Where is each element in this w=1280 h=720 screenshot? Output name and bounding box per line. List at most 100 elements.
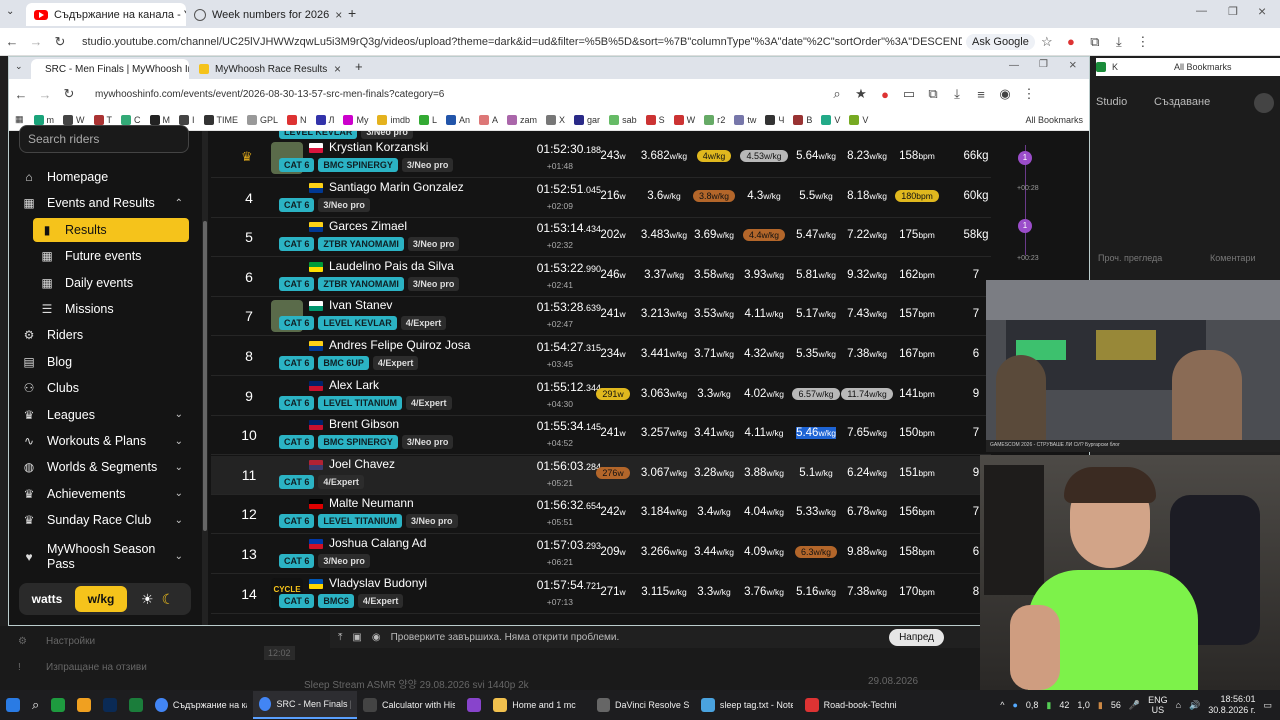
forward-icon[interactable]: → xyxy=(33,87,57,102)
result-row[interactable]: 11 Joel Chavez CAT 6 4/Expert 01:56:03.284 +0… xyxy=(211,455,991,495)
rider-name[interactable]: Santiago Marin Gonzalez xyxy=(329,180,464,194)
outer-tab-youtube-studio[interactable]: Съдържание на канала - YouT × xyxy=(26,3,186,26)
close-icon[interactable]: × xyxy=(334,62,341,76)
team-tag[interactable]: BMC6 xyxy=(318,593,354,608)
tab-search-icon[interactable]: ⌄ xyxy=(6,6,14,17)
reload-icon[interactable]: ↻ xyxy=(57,86,81,102)
rider-name[interactable]: Brent Gibson xyxy=(329,417,399,431)
sun-icon[interactable]: ☀ xyxy=(141,591,154,608)
bookmark-item[interactable]: N xyxy=(287,114,307,125)
close-window-icon[interactable]: × xyxy=(1258,3,1266,19)
bookmark-item[interactable]: X xyxy=(546,114,565,125)
clock[interactable]: 18:56:01 30.8.2026 г. xyxy=(1208,694,1255,716)
bookmark-item[interactable]: TIME xyxy=(203,114,238,125)
settings-icon[interactable]: ⚙ xyxy=(18,636,27,647)
taskbar-app[interactable]: SRC - Men Finals | M xyxy=(253,691,358,719)
ask-google-button[interactable]: Ask Google xyxy=(966,33,1035,50)
media-icon[interactable]: ≡ xyxy=(969,87,993,102)
tray-icon[interactable]: ▮ xyxy=(1046,700,1051,711)
bookmark-item[interactable]: M xyxy=(149,114,170,125)
bookmark-item[interactable]: A xyxy=(479,114,498,125)
feedback-icon[interactable]: ! xyxy=(18,662,21,673)
extensions-icon[interactable]: ⧉ xyxy=(1083,34,1107,50)
new-tab-icon[interactable]: + xyxy=(355,59,363,74)
back-icon[interactable]: ← xyxy=(0,34,24,49)
rider-name[interactable]: Ivan Stanev xyxy=(329,298,392,312)
sidebar-item-events-and-results[interactable]: ▦ Events and Results ⌃ xyxy=(19,191,189,215)
rider-name[interactable]: Krystian Korzanski xyxy=(329,140,428,154)
start-button[interactable] xyxy=(0,691,26,719)
unit-wkg-button[interactable]: w/kg xyxy=(75,586,127,612)
menu-icon[interactable]: ⋮ xyxy=(1017,86,1041,102)
bookmark-item[interactable]: L xyxy=(418,114,437,125)
bookmark-item[interactable]: В xyxy=(793,114,812,125)
team-tag[interactable]: BMC 6UP xyxy=(318,356,369,370)
taskbar-app[interactable]: Road-book-Technic xyxy=(799,691,903,719)
settings-link[interactable]: Настройки xyxy=(46,636,95,647)
bookmark-item[interactable]: Л xyxy=(315,114,334,125)
rider-name[interactable]: Alex Lark xyxy=(329,378,379,392)
all-bookmarks-inner[interactable]: All Bookmarks xyxy=(1025,115,1083,125)
chevron-up-icon[interactable]: ^ xyxy=(1000,700,1004,710)
search-button[interactable]: ⌕ xyxy=(26,691,45,719)
result-row[interactable]: 13 Joshua Calang Ad CAT 6 3/Neo pro 01:57:03… xyxy=(211,535,991,574)
team-tag[interactable]: ZTBR YANOMAMI xyxy=(318,237,404,252)
rider-name[interactable]: Garces Zimael xyxy=(329,219,407,233)
sidebar-item-results[interactable]: ▮ Results xyxy=(33,217,189,242)
tab-search-icon[interactable]: ⌄ xyxy=(15,61,23,72)
pinned-app[interactable] xyxy=(71,691,97,719)
pinned-app[interactable] xyxy=(123,691,149,719)
sidebar-item-blog[interactable]: ▤ Blog xyxy=(19,350,189,374)
taskbar-app[interactable] xyxy=(461,691,487,719)
team-tag[interactable]: ZTBR YANOMAMI xyxy=(318,276,404,291)
rider-name[interactable]: Joel Chavez xyxy=(329,457,395,471)
team-tag[interactable]: LEVEL TITANIUM xyxy=(318,514,403,529)
taskbar-app[interactable]: Съдържание на кан xyxy=(149,691,253,719)
video-title[interactable]: Sleep Stream ASMR 양양 29.08.2026 svi 1440… xyxy=(304,676,529,691)
extension-icon[interactable]: ▭ xyxy=(897,86,921,102)
sidebar-item-workouts-plans[interactable]: ∿ Workouts & Plans ⌄ xyxy=(19,429,189,453)
bookmark-item[interactable]: My xyxy=(343,114,368,125)
bookmark-item[interactable]: W xyxy=(673,114,695,125)
bookmark-item[interactable]: An xyxy=(445,114,470,125)
result-row[interactable]: 14CYCLE DIEVladyslav BudonyiCAT 6BMC64/E… xyxy=(211,575,991,614)
team-tag[interactable]: BMC SPINERGY xyxy=(318,158,398,172)
inner-url-input[interactable]: mywhooshinfo.com/events/event/2026-08-30… xyxy=(95,89,825,100)
bookmark-item[interactable]: T xyxy=(93,114,112,125)
result-row[interactable]: 7 Ivan Stanev CAT 6 LEVEL KEVLAR 4/Expert 01:… xyxy=(211,297,991,337)
sidebar-item-riders[interactable]: ⚙ Riders xyxy=(19,323,189,347)
result-row[interactable]: 4 Santiago Marin Gonzalez CAT 6 3/Neo pro 01… xyxy=(211,179,991,218)
download-icon[interactable]: ⤓ xyxy=(1107,34,1131,50)
create-button[interactable]: Създаване xyxy=(1154,96,1210,108)
star-icon[interactable]: ★ xyxy=(849,86,873,102)
bookmark-item[interactable]: V xyxy=(849,114,868,125)
sidebar-item-future-events[interactable]: ▦ Future events xyxy=(33,244,189,268)
sidebar-item-daily-events[interactable]: ▦ Daily events xyxy=(33,271,189,295)
sidebar-item-sunday-race-club[interactable]: ♛ Sunday Race Club ⌄ xyxy=(19,508,189,532)
unit-watts-button[interactable]: watts xyxy=(19,586,75,612)
taskbar-app[interactable]: sleep tag.txt - Note xyxy=(695,691,799,719)
zoom-icon[interactable]: ⌕ xyxy=(825,86,849,102)
all-bookmarks-outer[interactable]: All Bookmarks xyxy=(1174,62,1232,72)
download-icon[interactable]: ⤓ xyxy=(945,86,969,102)
taskbar-app[interactable]: Calculator with His xyxy=(357,691,461,719)
sidebar-item-clubs[interactable]: ⚇ Clubs xyxy=(19,376,189,400)
maximize-icon[interactable]: ❐ xyxy=(1228,5,1238,18)
avatar[interactable] xyxy=(1254,93,1274,113)
close-icon[interactable]: × xyxy=(335,8,342,22)
minimize-icon[interactable]: — xyxy=(1009,60,1019,71)
result-row[interactable]: ♛ Krystian Korzanski CAT 6 BMC SPINERGY 3/Ne… xyxy=(211,139,991,178)
rider-name[interactable]: Joshua Calang Ad xyxy=(329,536,426,550)
team-tag[interactable]: LEVEL KEVLAR xyxy=(318,316,397,331)
forward-icon[interactable]: → xyxy=(24,34,48,49)
apps-icon[interactable]: ▦ xyxy=(15,114,24,125)
rider-name[interactable]: Laudelino Pais da Silva xyxy=(329,259,454,273)
sidebar-scroll-thumb[interactable] xyxy=(203,221,207,531)
inner-tab-src-finals[interactable]: SRC - Men Finals | MyWhoosh In × xyxy=(31,59,189,79)
moon-icon[interactable]: ☾ xyxy=(162,591,175,608)
extension-icon[interactable]: ● xyxy=(1059,34,1083,49)
close-window-icon[interactable]: × xyxy=(1069,57,1077,72)
bookmark-item[interactable]: Ч xyxy=(765,114,784,125)
sidebar-item-mywhoosh-season-pass[interactable]: ♥ MyWhoosh Season Pass ⌄ xyxy=(19,539,189,575)
bookmark-item[interactable]: C xyxy=(121,114,141,125)
